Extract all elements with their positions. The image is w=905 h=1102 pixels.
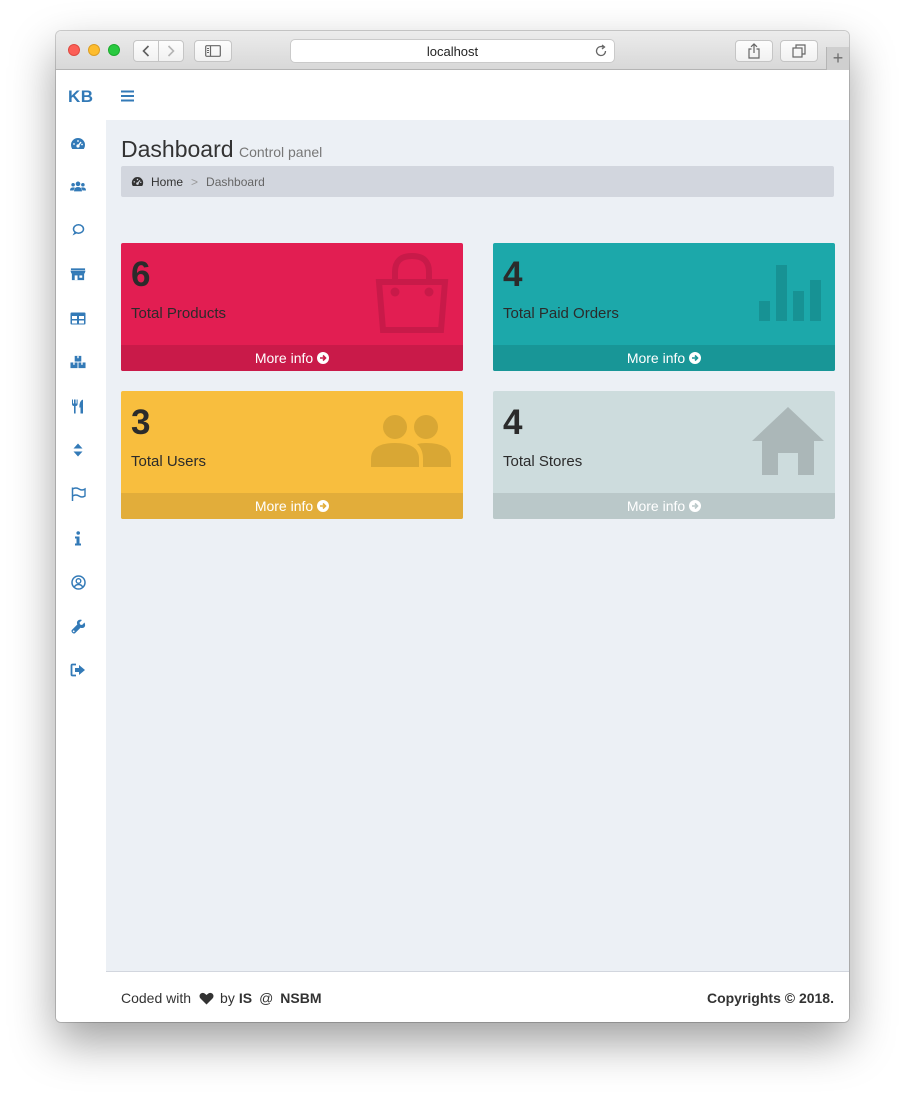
shopping-bag-icon bbox=[373, 252, 451, 339]
page-subtitle: Control panel bbox=[239, 144, 323, 160]
stat-value: 4 bbox=[503, 403, 523, 442]
cutlery-icon[interactable] bbox=[70, 398, 86, 414]
more-info-label: More info bbox=[626, 350, 686, 366]
more-info-link[interactable]: More info bbox=[493, 345, 835, 371]
plus-icon: + bbox=[832, 48, 844, 68]
footer-by: by bbox=[220, 990, 235, 1006]
stat-label: Total Paid Orders bbox=[503, 305, 619, 322]
tabs-overview-button[interactable] bbox=[780, 40, 818, 62]
arrow-circle-right-icon bbox=[317, 352, 330, 364]
top-navbar bbox=[106, 70, 849, 120]
dashboard-icon bbox=[131, 176, 144, 187]
menu-toggle-icon[interactable] bbox=[121, 89, 134, 107]
logout-icon[interactable] bbox=[70, 662, 86, 678]
brand-logo[interactable]: KB bbox=[68, 87, 94, 107]
home-icon bbox=[752, 407, 824, 480]
stat-value: 6 bbox=[131, 255, 151, 294]
share-icon bbox=[748, 43, 760, 59]
footer-at: @ bbox=[259, 990, 274, 1006]
footer-coded-with: Coded with bbox=[121, 990, 192, 1006]
more-info-label: More info bbox=[254, 350, 314, 366]
store-icon[interactable] bbox=[70, 266, 86, 282]
sidebar: KB bbox=[56, 70, 106, 1022]
forward-button[interactable] bbox=[158, 40, 184, 62]
stat-label: Total Stores bbox=[503, 453, 583, 470]
stat-box-total-users: 3 Total Users More info bbox=[121, 391, 463, 519]
user-circle-icon[interactable] bbox=[70, 574, 86, 590]
more-info-link[interactable]: More info bbox=[493, 493, 835, 519]
page-title: Dashboard bbox=[121, 136, 234, 162]
footer-credits: Coded with by IS @ NSBM bbox=[121, 990, 322, 1006]
page-footer: Coded with by IS @ NSBM Copyrights © 201… bbox=[106, 971, 849, 1022]
footer-org: NSBM bbox=[280, 990, 322, 1006]
share-button[interactable] bbox=[735, 40, 773, 62]
arrow-circle-right-icon bbox=[689, 500, 702, 512]
breadcrumb-separator: > bbox=[191, 174, 199, 189]
sidebar-icon bbox=[205, 45, 221, 57]
bar-chart-icon bbox=[759, 263, 823, 326]
chevron-left-icon bbox=[142, 45, 150, 57]
users-icon[interactable] bbox=[70, 178, 86, 194]
sidebar-toggle-button[interactable] bbox=[194, 40, 232, 62]
address-bar[interactable]: localhost bbox=[290, 39, 615, 63]
more-info-label: More info bbox=[254, 498, 314, 514]
browser-titlebar: localhost + bbox=[56, 31, 849, 70]
stat-box-total-products: 6 Total Products More info bbox=[121, 243, 463, 371]
stat-value: 3 bbox=[131, 403, 151, 442]
tabs-icon bbox=[792, 44, 806, 58]
table-icon[interactable] bbox=[70, 310, 86, 326]
arrow-circle-right-icon bbox=[689, 352, 702, 364]
new-tab-button[interactable]: + bbox=[826, 47, 849, 70]
boxes-icon[interactable] bbox=[70, 354, 86, 370]
breadcrumb-current: Dashboard bbox=[206, 174, 265, 189]
minimize-window-button[interactable] bbox=[88, 44, 100, 56]
stat-label: Total Products bbox=[131, 305, 227, 322]
browser-window: localhost + KB Dashboard Control panel H… bbox=[56, 31, 849, 1022]
stat-box-total-stores: 4 Total Stores More info bbox=[493, 391, 835, 519]
close-window-button[interactable] bbox=[68, 44, 80, 56]
content-area: Dashboard Control panel Home > Dashboard… bbox=[106, 120, 849, 971]
groups-icon[interactable] bbox=[70, 222, 86, 238]
back-button[interactable] bbox=[133, 40, 159, 62]
stat-value: 4 bbox=[503, 255, 523, 294]
footer-copyright: Copyrights © 2018. bbox=[706, 990, 834, 1006]
breadcrumb: Home > Dashboard bbox=[121, 166, 834, 197]
address-bar-url: localhost bbox=[426, 43, 479, 59]
reload-icon[interactable] bbox=[594, 44, 608, 61]
more-info-link[interactable]: More info bbox=[121, 345, 463, 371]
flag-icon[interactable] bbox=[70, 486, 86, 502]
arrow-circle-right-icon bbox=[317, 500, 330, 512]
info-icon[interactable] bbox=[70, 530, 86, 546]
chevron-right-icon bbox=[167, 45, 175, 57]
more-info-label: More info bbox=[626, 498, 686, 514]
breadcrumb-home-link[interactable]: Home bbox=[151, 175, 183, 189]
sort-icon[interactable] bbox=[70, 442, 86, 458]
more-info-link[interactable]: More info bbox=[121, 493, 463, 519]
stat-label: Total Users bbox=[131, 453, 207, 470]
wrench-icon[interactable] bbox=[70, 618, 86, 634]
users-icon bbox=[371, 413, 451, 472]
stat-box-total-paid-orders: 4 Total Paid Orders More info bbox=[493, 243, 835, 371]
footer-author: IS bbox=[238, 990, 253, 1006]
dashboard-icon[interactable] bbox=[70, 135, 86, 151]
zoom-window-button[interactable] bbox=[108, 44, 120, 56]
heart-icon bbox=[199, 992, 214, 1005]
